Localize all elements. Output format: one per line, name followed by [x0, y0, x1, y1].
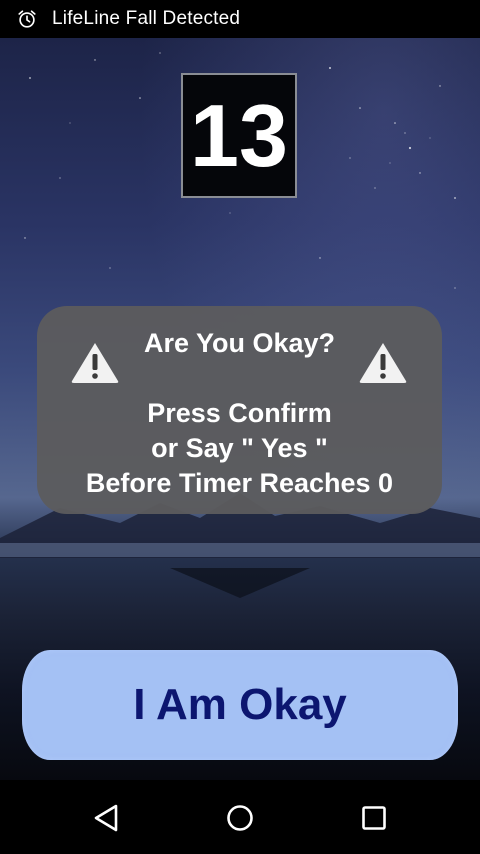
fall-alert-card: Are You Okay? Press Confirm or Say " Yes… [37, 306, 442, 514]
navigation-bar [0, 780, 480, 854]
notification-title: LifeLine Fall Detected [52, 8, 241, 29]
alert-message: Press Confirm or Say " Yes " Before Time… [37, 396, 442, 501]
home-circle-icon[interactable] [220, 798, 260, 838]
alert-message-line: Before Timer Reaches 0 [85, 468, 394, 498]
alert-question: Are You Okay? [143, 328, 336, 358]
countdown-timer: 13 [181, 73, 297, 198]
recent-apps-square-icon[interactable] [354, 798, 394, 838]
status-bar: LifeLine Fall Detected [0, 0, 480, 38]
back-triangle-icon[interactable] [87, 798, 127, 838]
i-am-okay-button[interactable]: I Am Okay [22, 650, 458, 760]
alert-message-line: Press Confirm [147, 398, 332, 428]
alert-message-line: or Say " Yes " [151, 433, 328, 463]
alarm-clock-icon [18, 10, 36, 28]
